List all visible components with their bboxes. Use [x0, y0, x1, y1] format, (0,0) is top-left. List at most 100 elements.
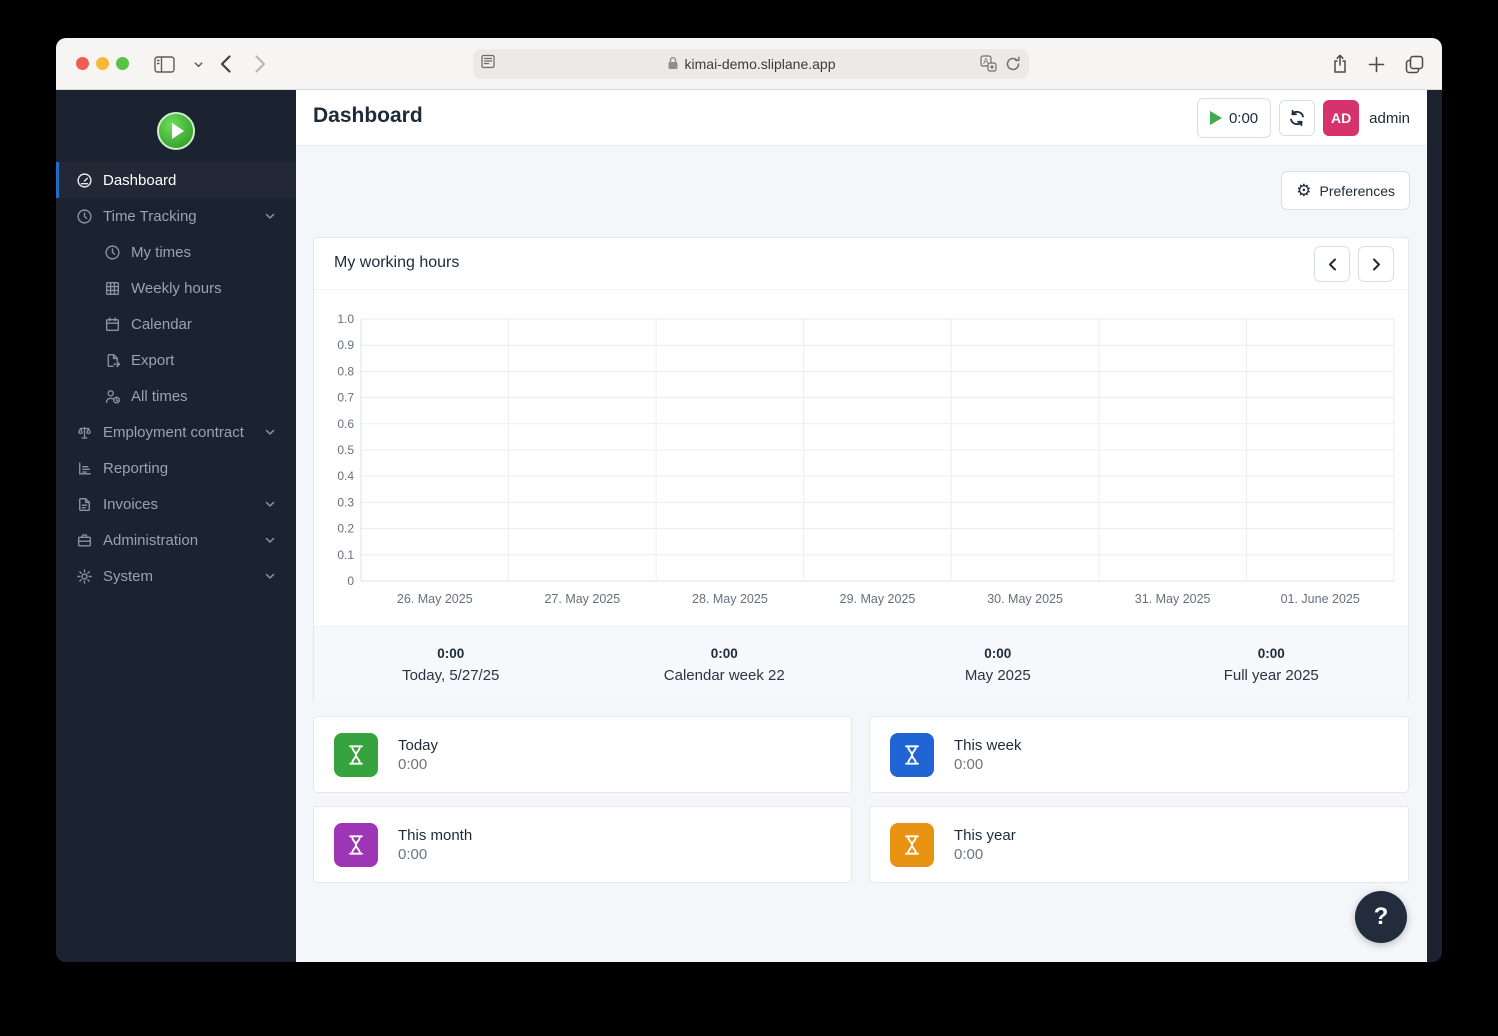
svg-text:31. May 2025: 31. May 2025 [1135, 592, 1211, 606]
kimai-logo-icon[interactable] [157, 112, 195, 150]
widget-title: This week [954, 737, 1022, 754]
svg-text:0.1: 0.1 [337, 548, 354, 562]
svg-text:0.2: 0.2 [337, 522, 354, 536]
svg-text:0.6: 0.6 [337, 417, 354, 431]
hourglass-icon [890, 823, 934, 867]
avatar[interactable]: AD [1323, 100, 1359, 136]
invoice-icon [76, 496, 93, 513]
svg-text:0.8: 0.8 [337, 364, 354, 378]
widget-value: 0:00 [398, 756, 438, 773]
sidebar-item-weekly-hours[interactable]: Weekly hours [56, 270, 296, 306]
sidebar-item-dashboard[interactable]: Dashboard [56, 162, 296, 198]
sidebar-item-system[interactable]: System [56, 558, 296, 594]
widget-title: Today [398, 737, 438, 754]
widget-value: 0:00 [954, 846, 1016, 863]
sidebar-item-label: Export [131, 352, 174, 369]
gear-icon [76, 568, 93, 585]
chevron-down-icon [264, 426, 276, 438]
sidebar-item-employment-contract[interactable]: Employment contract [56, 414, 296, 450]
clock-icon [104, 244, 121, 261]
close-window-button[interactable] [76, 57, 89, 70]
svg-text:0.3: 0.3 [337, 495, 354, 509]
hourglass-icon [334, 733, 378, 777]
sidebar-item-time-tracking[interactable]: Time Tracking [56, 198, 296, 234]
chevron-down-icon [264, 210, 276, 222]
sidebar-item-administration[interactable]: Administration [56, 522, 296, 558]
sidebar-item-invoices[interactable]: Invoices [56, 486, 296, 522]
file-export-icon [104, 352, 121, 369]
sidebar: Dashboard Time Tracking My times Weekly hou… [56, 90, 296, 962]
summary-value: 0:00 [984, 646, 1011, 661]
widget-this-year[interactable]: This year0:00 [869, 806, 1409, 883]
main-area: Dashboard 0:00 AD admin [296, 90, 1427, 962]
reload-icon[interactable] [1005, 55, 1021, 77]
summary-label: Today, 5/27/25 [402, 667, 499, 684]
username[interactable]: admin [1369, 110, 1410, 127]
working-hours-header: My working hours [314, 238, 1408, 290]
sidebar-item-label: Employment contract [103, 424, 244, 441]
svg-text:28. May 2025: 28. May 2025 [692, 592, 768, 606]
new-tab-icon[interactable] [1364, 52, 1388, 76]
minimize-window-button[interactable] [96, 57, 109, 70]
timer-value: 0:00 [1229, 110, 1258, 127]
start-timer-button[interactable]: 0:00 [1197, 98, 1271, 138]
user-clock-icon [104, 388, 121, 405]
working-hours-title: My working hours [334, 254, 459, 272]
sidebar-toggle-icon[interactable] [152, 52, 176, 76]
summary-value: 0:00 [437, 646, 464, 661]
next-period-button[interactable] [1358, 246, 1394, 282]
preferences-button[interactable]: ⚙ Preferences [1281, 171, 1410, 210]
sidebar-item-my-times[interactable]: My times [56, 234, 296, 270]
widget-value: 0:00 [954, 756, 1022, 773]
svg-text:01. June 2025: 01. June 2025 [1281, 592, 1360, 606]
widget-this-month[interactable]: This month0:00 [313, 806, 852, 883]
reader-icon[interactable] [481, 54, 495, 74]
share-icon[interactable] [1328, 52, 1352, 76]
help-button[interactable]: ? [1355, 891, 1407, 943]
sidebar-item-label: Calendar [131, 316, 192, 333]
chevron-down-icon [264, 498, 276, 510]
gauge-icon [76, 172, 93, 189]
sidebar-item-export[interactable]: Export [56, 342, 296, 378]
summary-item-today-5-27-25: 0:00 Today, 5/27/25 [314, 627, 588, 702]
chart-icon [76, 460, 93, 477]
clock-icon [76, 208, 93, 225]
widget-today[interactable]: Today 0:00 [313, 716, 852, 793]
sidebar-item-label: Time Tracking [103, 208, 197, 225]
sidebar-item-label: Invoices [103, 496, 158, 513]
chevron-down-icon [264, 570, 276, 582]
app-page: Dashboard Time Tracking My times Weekly hou… [56, 90, 1442, 962]
back-icon[interactable] [213, 52, 237, 76]
browser-window: kimai-demo.sliplane.app A [56, 38, 1442, 962]
chevron-left-icon [1326, 257, 1339, 272]
sidebar-item-label: Reporting [103, 460, 168, 477]
sidebar-item-calendar[interactable]: Calendar [56, 306, 296, 342]
sidebar-item-label: My times [131, 244, 191, 261]
sidebar-item-all-times[interactable]: All times [56, 378, 296, 414]
calendar-icon [104, 316, 121, 333]
svg-text:0.5: 0.5 [337, 443, 354, 457]
sidebar-item-label: Weekly hours [131, 280, 222, 297]
refresh-button[interactable] [1279, 100, 1315, 136]
working-hours-summary: 0:00Today, 5/27/250:00Calendar week 220:… [314, 626, 1408, 702]
sidebar-item-reporting[interactable]: Reporting [56, 450, 296, 486]
forward-icon[interactable] [248, 52, 272, 76]
grid-icon [104, 280, 121, 297]
prev-period-button[interactable] [1314, 246, 1350, 282]
play-icon [1210, 111, 1222, 125]
working-hours-chart: 1.00.90.80.70.60.50.40.30.20.1026. May 2… [314, 290, 1410, 626]
main-header: Dashboard 0:00 AD admin [296, 90, 1427, 146]
translate-icon[interactable]: A [980, 55, 997, 77]
chevron-right-icon [1370, 257, 1383, 272]
svg-text:26. May 2025: 26. May 2025 [397, 592, 473, 606]
widget-value: 0:00 [398, 846, 472, 863]
hourglass-icon [334, 823, 378, 867]
address-bar[interactable]: kimai-demo.sliplane.app A [473, 49, 1029, 79]
summary-item-calendar-week-22: 0:00Calendar week 22 [588, 627, 862, 702]
scales-icon [76, 424, 93, 441]
zoom-window-button[interactable] [116, 57, 129, 70]
chevron-down-icon[interactable] [186, 52, 210, 76]
widget-this-week[interactable]: This week 0:00 [869, 716, 1409, 793]
tab-overview-icon[interactable] [1402, 52, 1426, 76]
svg-text:1.0: 1.0 [337, 312, 354, 326]
